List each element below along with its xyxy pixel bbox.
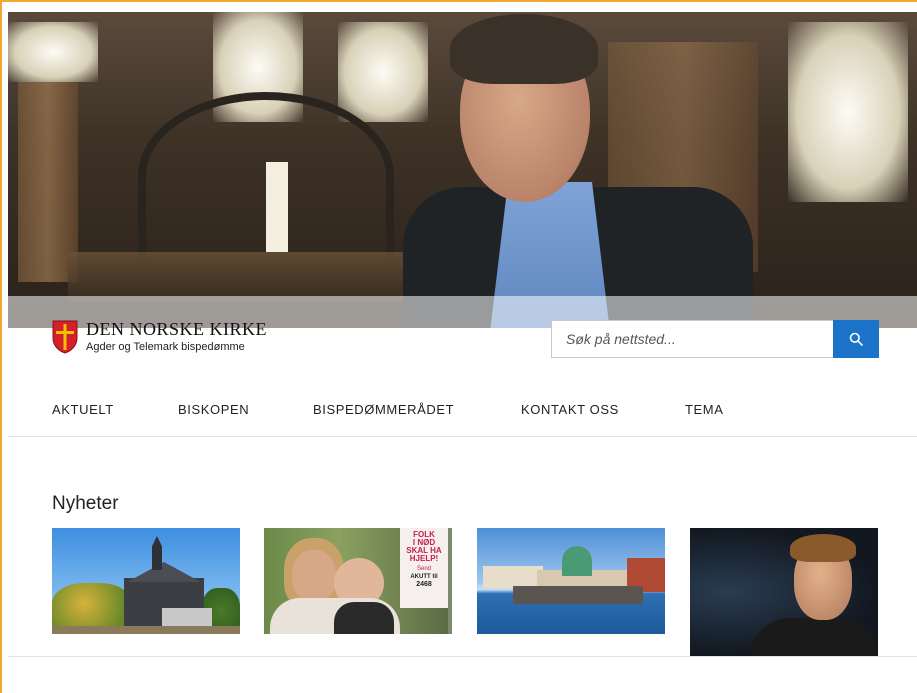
news-card-image[interactable]: FOLK I NØD SKAL HA HJELP! Send AKUTT til…: [264, 528, 452, 634]
search-button[interactable]: [833, 320, 879, 358]
church-window: [8, 22, 98, 82]
search-form: [551, 320, 879, 358]
logo-subtitle: Agder og Telemark bispedømme: [86, 341, 245, 353]
hero-banner: [8, 12, 917, 328]
poster-text: AKUTT til: [410, 574, 438, 580]
news-card-image[interactable]: [477, 528, 665, 634]
altar-rail: [68, 252, 448, 302]
logo-title: DEN NORSKE KIRKE: [86, 319, 267, 339]
site-logo[interactable]: DEN NORSKE KIRKE Agder og Telemark bispe…: [52, 320, 267, 354]
nav-item-aktuelt[interactable]: AKTUELT: [52, 402, 114, 417]
church-shield-icon: [52, 320, 78, 354]
poster-text: HJELP!: [409, 554, 439, 563]
main-nav: AKTUELT BISKOPEN BISPEDØMMERÅDET KONTAKT…: [8, 380, 917, 437]
church-window: [788, 22, 908, 202]
nav-item-biskopen[interactable]: BISKOPEN: [178, 402, 249, 417]
search-icon: [849, 332, 863, 346]
poster-text: 2468: [416, 581, 432, 588]
poster: FOLK I NØD SKAL HA HJELP! Send AKUTT til…: [400, 528, 448, 608]
nav-item-kontakt-oss[interactable]: KONTAKT OSS: [521, 402, 619, 417]
nav-item-tema[interactable]: TEMA: [685, 402, 724, 417]
news-card-image[interactable]: [690, 528, 878, 656]
news-card-image[interactable]: [52, 528, 240, 634]
candle: [266, 162, 288, 252]
person-hair: [450, 14, 598, 84]
search-input[interactable]: [551, 320, 833, 358]
news-heading: Nyheter: [52, 493, 119, 514]
poster-text: Send: [416, 566, 431, 572]
nav-item-bispedommeradet[interactable]: BISPEDØMMERÅDET: [313, 402, 454, 417]
church-window: [338, 22, 428, 122]
divider: [8, 656, 917, 657]
